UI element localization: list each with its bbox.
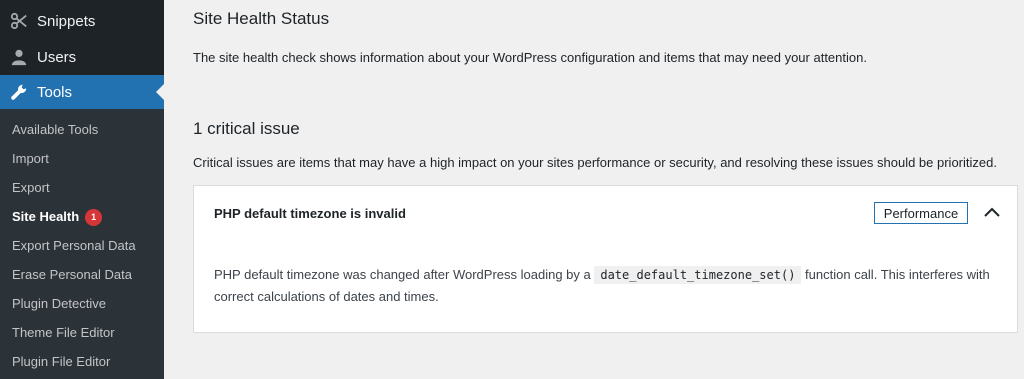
submenu-item-plugin-detective[interactable]: Plugin Detective [12,294,106,314]
submenu-item-export-personal-data[interactable]: Export Personal Data [12,236,136,256]
submenu-item-site-health[interactable]: Site Health 1 [12,207,103,227]
issue-panel: PHP default timezone is invalid Performa… [193,185,1018,333]
menu-item-label: Users [37,48,77,66]
submenu-label: Plugin Detective [12,296,106,311]
issue-count-badge: 1 [85,208,103,226]
submenu-label: Available Tools [12,122,99,137]
category-badge: Performance [874,202,968,224]
collapse-toggle-button[interactable] [980,201,1004,225]
issues-description: Critical issues are items that may have … [193,155,997,170]
chevron-up-icon [984,204,1000,222]
submenu-item-import[interactable]: Import [12,149,49,169]
scissors-icon [9,11,29,31]
submenu-item-theme-file-editor[interactable]: Theme File Editor [12,323,115,343]
menu-item-snippets[interactable]: Snippets [0,4,164,38]
submenu-item-erase-personal-data[interactable]: Erase Personal Data [12,265,132,285]
tools-submenu: Available Tools Import Export Site Healt… [0,109,164,379]
main-content: Site Health Status The site health check… [164,0,1024,379]
submenu-item-available-tools[interactable]: Available Tools [12,120,98,140]
wrench-icon [9,82,29,102]
submenu-label: Site Health [12,209,80,224]
submenu-label: Theme File Editor [12,325,115,340]
submenu-label: Export [12,180,50,195]
submenu-label: Import [12,151,49,166]
menu-item-users[interactable]: Users [0,40,164,74]
submenu-label: Erase Personal Data [12,267,132,282]
issue-title[interactable]: PHP default timezone is invalid [214,206,406,221]
submenu-item-plugin-file-editor[interactable]: Plugin File Editor [12,352,110,372]
user-icon [9,47,29,67]
menu-item-label: Snippets [37,12,96,30]
submenu-label: Plugin File Editor [12,354,111,369]
issues-heading: 1 critical issue [193,119,300,138]
intro-text: The site health check shows information … [193,50,867,65]
function-code: date_default_timezone_set() [594,266,802,284]
menu-item-label: Tools [37,83,73,101]
menu-item-tools[interactable]: Tools [0,75,164,109]
page-title: Site Health Status [193,9,330,28]
submenu-label: Export Personal Data [12,238,136,253]
issue-text-before: PHP default timezone was changed after W… [214,267,595,282]
submenu-item-export[interactable]: Export [12,178,50,198]
issue-description: PHP default timezone was changed after W… [214,264,1004,308]
admin-sidebar: Snippets Users Tools Available Tools Imp… [0,0,164,379]
